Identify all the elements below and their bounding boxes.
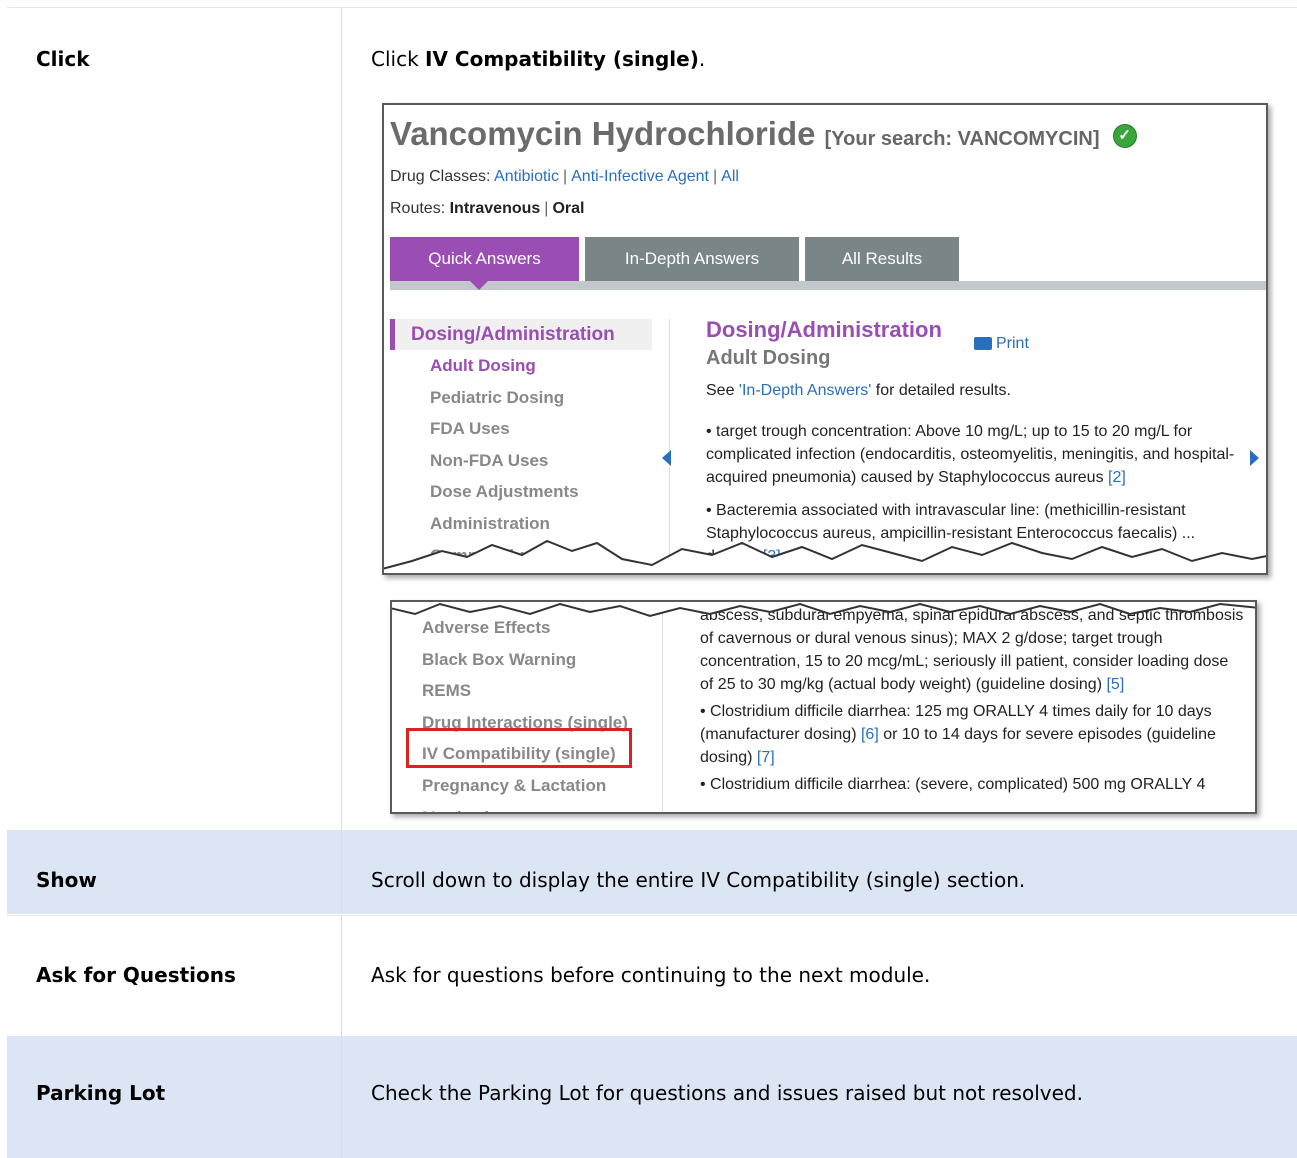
row-ask-for-questions: Ask for Questions Ask for questions befo… — [7, 915, 1297, 1036]
cell-content: Scroll down to display the entire IV Com… — [342, 830, 1297, 914]
cell-label: Show — [7, 830, 342, 914]
route-intravenous: Intravenous — [449, 200, 541, 217]
see-line: See 'In-Depth Answers' for detailed resu… — [706, 382, 1236, 400]
reference-link[interactable]: [5] — [1106, 676, 1124, 693]
drug-title: Vancomycin Hydrochloride [Your search: V… — [390, 115, 1137, 153]
separator: | — [544, 200, 549, 217]
routes-label: Routes: — [390, 200, 446, 217]
bullet-text: • Clostridium difficile diarrhea: (sever… — [700, 776, 1206, 793]
cell-label: Parking Lot — [7, 1036, 342, 1158]
reference-link[interactable]: [2] — [1108, 469, 1126, 486]
row-text: Ask for questions before continuing to t… — [371, 963, 931, 987]
prev-arrow-icon[interactable] — [662, 450, 671, 466]
active-tab-pointer — [470, 281, 488, 290]
reference-link[interactable]: [7] — [757, 749, 775, 766]
check-icon: ✓ — [1112, 124, 1137, 149]
nav-item-dose-adjustments[interactable]: Dose Adjustments — [390, 476, 652, 508]
section-nav: Dosing/Administration Adult Dosing Pedia… — [390, 319, 652, 571]
class-link-antibiotic[interactable]: Antibiotic — [494, 168, 559, 185]
nav-item-monitoring[interactable]: Monitoring — [422, 802, 652, 812]
class-link-all[interactable]: All — [721, 168, 739, 185]
row-text: Check the Parking Lot for questions and … — [371, 1081, 1083, 1105]
nav-item-pregnancy-lactation[interactable]: Pregnancy & Lactation — [422, 770, 652, 802]
class-link-anti-infective[interactable]: Anti-Infective Agent — [571, 168, 709, 185]
content-heading: Dosing/Administration — [706, 317, 942, 342]
row-label: Show — [36, 868, 97, 892]
content-subheading: Adult Dosing — [706, 347, 831, 369]
section-nav: Adverse Effects Black Box Warning REMS D… — [422, 612, 652, 812]
highlight-box — [406, 728, 632, 768]
instruction-suffix: . — [698, 47, 706, 71]
nav-item-pediatric-dosing[interactable]: Pediatric Dosing — [390, 382, 652, 414]
drug-page-screenshot-bottom: Adverse Effects Black Box Warning REMS D… — [390, 600, 1257, 814]
print-button[interactable]: Print — [974, 335, 1029, 353]
click-instruction: Click IV Compatibility (single). — [371, 47, 705, 71]
see-prefix: See — [706, 382, 739, 399]
route-oral: Oral — [552, 200, 585, 217]
nav-item-black-box-warning[interactable]: Black Box Warning — [422, 644, 652, 676]
nav-item-non-fda-uses[interactable]: Non-FDA Uses — [390, 445, 652, 477]
row-label: Parking Lot — [36, 1081, 166, 1105]
dosing-bullet: • target trough concentration: Above 10 … — [706, 420, 1236, 489]
bullet-text: • target trough concentration: Above 10 … — [706, 423, 1235, 486]
separator: | — [712, 168, 718, 185]
tab-underline — [390, 281, 1266, 290]
cell-label: Click — [7, 8, 342, 831]
row-label: Ask for Questions — [36, 963, 236, 987]
torn-edge-bottom — [384, 539, 1266, 573]
drug-routes: Routes: Intravenous | Oral — [390, 200, 584, 218]
torn-edge-top — [392, 602, 1255, 618]
tab-quick-answers[interactable]: Quick Answers — [390, 237, 579, 281]
in-depth-link[interactable]: 'In-Depth Answers' — [739, 382, 871, 399]
instruction-prefix: Click — [371, 47, 426, 71]
reference-link[interactable]: [6] — [861, 726, 879, 743]
nav-item-adult-dosing[interactable]: Adult Dosing — [390, 350, 652, 382]
classes-label: Drug Classes: — [390, 168, 491, 185]
nav-item-fda-uses[interactable]: FDA Uses — [390, 413, 652, 445]
dosing-content: Dosing/Administration Print Adult Dosing… — [706, 317, 1236, 568]
tab-in-depth-answers[interactable]: In-Depth Answers — [585, 237, 799, 281]
see-suffix: for detailed results. — [871, 382, 1011, 399]
nav-heading[interactable]: Dosing/Administration — [390, 319, 652, 350]
search-note: [Your search: VANCOMYCIN] — [824, 128, 1100, 150]
dosing-bullet: • Clostridium difficile diarrhea: 125 mg… — [700, 700, 1245, 769]
instruction-target: IV Compatibility (single) — [425, 47, 699, 71]
row-label: Click — [36, 47, 90, 71]
cell-label: Ask for Questions — [7, 916, 342, 1036]
printer-icon — [974, 337, 992, 351]
drug-name: Vancomycin Hydrochloride — [390, 115, 816, 152]
dosing-bullet: • Clostridium difficile diarrhea: (sever… — [700, 773, 1245, 796]
separator: | — [562, 168, 568, 185]
drug-page-screenshot-top: Vancomycin Hydrochloride [Your search: V… — [382, 103, 1268, 575]
row-show: Show Scroll down to display the entire I… — [7, 830, 1297, 914]
nav-item-rems[interactable]: REMS — [422, 675, 652, 707]
print-label: Print — [996, 335, 1029, 352]
next-arrow-icon[interactable] — [1250, 450, 1259, 466]
cell-content: Check the Parking Lot for questions and … — [342, 1036, 1297, 1158]
tab-all-results[interactable]: All Results — [805, 237, 959, 281]
answer-tabs: Quick Answers In-Depth Answers All Resul… — [390, 237, 1266, 281]
row-parking-lot: Parking Lot Check the Parking Lot for qu… — [7, 1036, 1297, 1158]
drug-classes: Drug Classes: Antibiotic | Anti-Infective … — [390, 168, 739, 186]
nav-item-administration[interactable]: Administration — [390, 508, 652, 540]
cell-content: Ask for questions before continuing to t… — [342, 916, 1297, 1036]
row-text: Scroll down to display the entire IV Com… — [371, 868, 1026, 892]
